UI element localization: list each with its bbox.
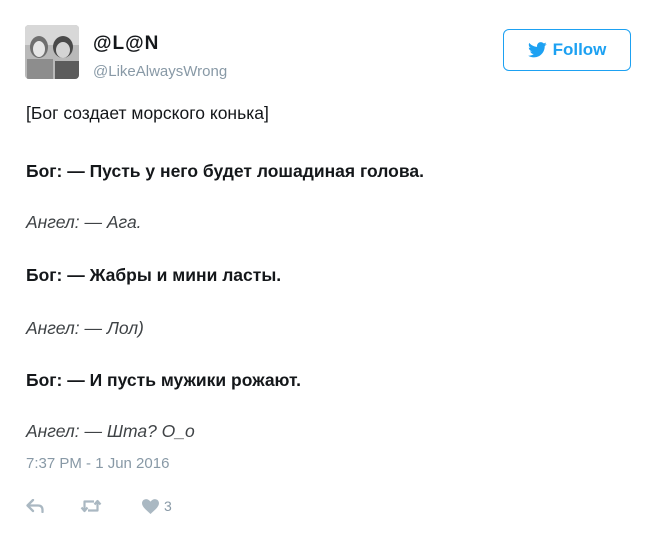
like-button[interactable]: 3 xyxy=(142,498,172,514)
retweet-button[interactable] xyxy=(80,498,102,514)
tweet-text-line: Ангел: — Лол) xyxy=(26,318,144,338)
tweet-timestamp[interactable]: 7:37 PM - 1 Jun 2016 xyxy=(26,455,169,472)
tweet-text-line: Ангел: — Ага. xyxy=(26,212,142,232)
tweet-text-line: Бог: — Пусть у него будет лошадиная голо… xyxy=(26,161,424,181)
display-name[interactable]: @L@N xyxy=(93,33,159,55)
tweet-text-line: Ангел: — Шта? О_о xyxy=(26,421,195,441)
follow-label: Follow xyxy=(552,40,607,59)
like-count: 3 xyxy=(164,498,172,514)
avatar-image xyxy=(25,25,79,79)
tweet-text-line: Бог: — Жабры и мини ласты. xyxy=(26,265,282,285)
heart-icon xyxy=(142,498,159,514)
reply-button[interactable] xyxy=(26,499,44,513)
reply-icon xyxy=(26,499,44,513)
tweet-text-line: Бог: — И пусть мужики рожают. xyxy=(26,370,301,390)
follow-button[interactable]: Follow xyxy=(503,29,631,71)
retweet-icon xyxy=(80,499,102,513)
tweet-text-line: [Бог создает морского конька] xyxy=(26,103,269,123)
twitter-bird-icon xyxy=(527,42,547,58)
tweet-actions: 3 xyxy=(26,494,172,518)
user-handle[interactable]: @LikeAlwaysWrong xyxy=(93,63,227,80)
avatar[interactable] xyxy=(25,25,79,79)
